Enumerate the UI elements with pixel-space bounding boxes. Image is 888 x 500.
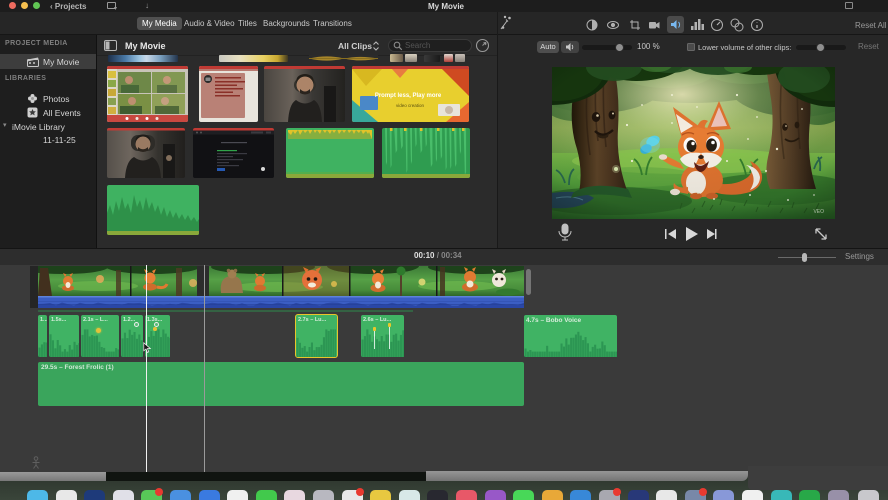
svg-text:Prompt less, Play more: Prompt less, Play more <box>375 93 442 99</box>
svg-text:video creation: video creation <box>396 103 425 108</box>
svg-text:Reset All: Reset All <box>855 21 887 30</box>
svg-text:VEO: VEO <box>813 209 824 215</box>
